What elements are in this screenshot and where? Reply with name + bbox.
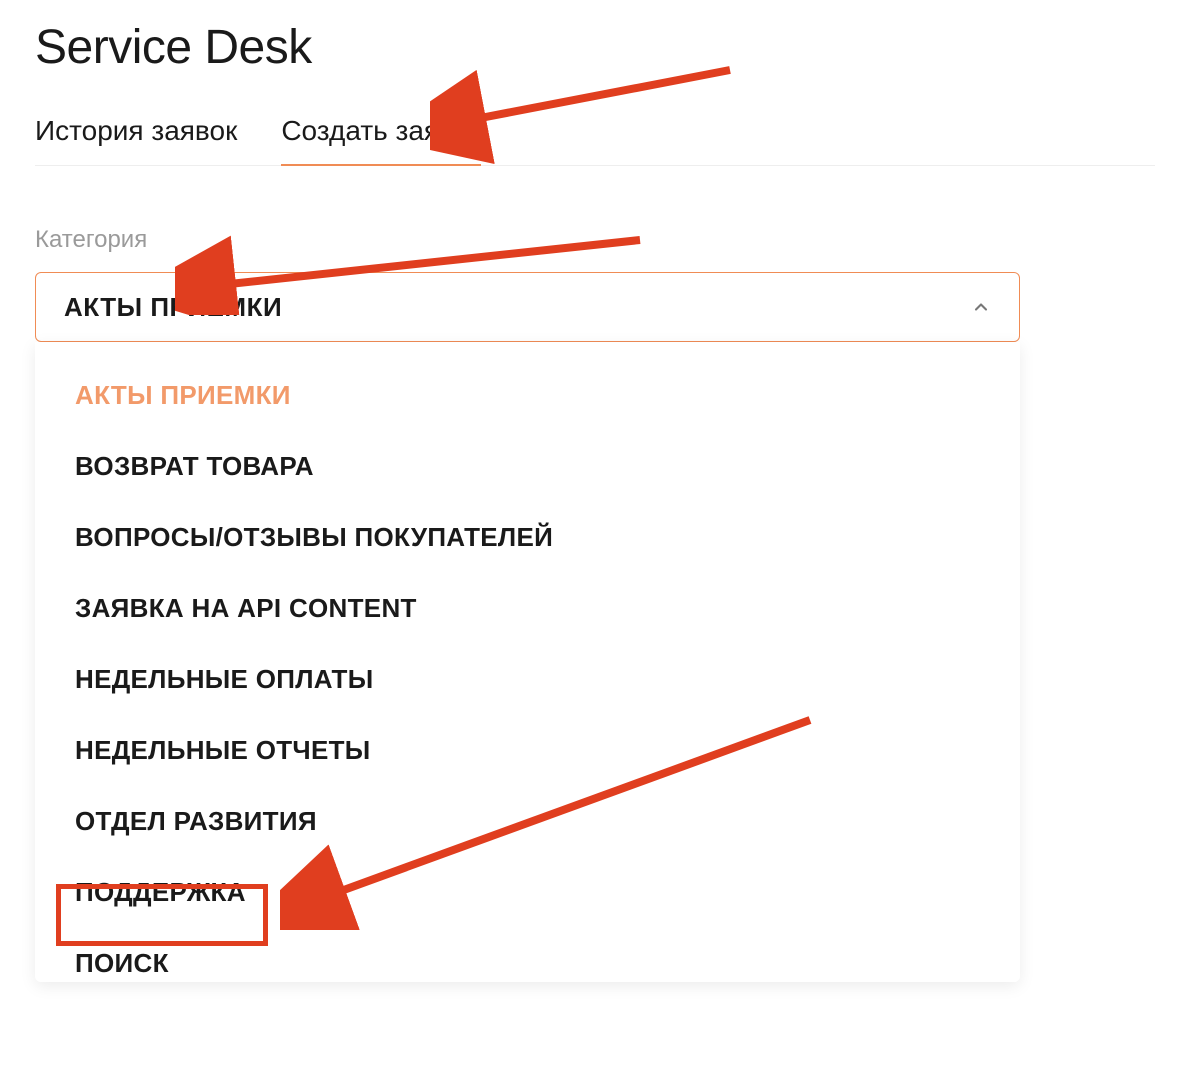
dropdown-option[interactable]: ПОИСК: [35, 928, 1020, 982]
category-label: Категория: [35, 226, 1155, 254]
tabs-container: История заявок Создать заявку: [35, 115, 1155, 166]
chevron-up-icon: [971, 297, 991, 317]
dropdown-option-highlighted[interactable]: ПОДДЕРЖКА: [35, 857, 1020, 928]
dropdown-option[interactable]: АКТЫ ПРИЕМКИ: [35, 360, 1020, 431]
dropdown-option[interactable]: ВОПРОСЫ/ОТЗЫВЫ ПОКУПАТЕЛЕЙ: [35, 502, 1020, 573]
category-selected-value: АКТЫ ПРИЕМКИ: [64, 292, 282, 323]
dropdown-option[interactable]: НЕДЕЛЬНЫЕ ОПЛАТЫ: [35, 644, 1020, 715]
tab-history[interactable]: История заявок: [35, 115, 237, 165]
dropdown-option[interactable]: ВОЗВРАТ ТОВАРА: [35, 431, 1020, 502]
page-title: Service Desk: [35, 20, 1155, 75]
dropdown-option[interactable]: ОТДЕЛ РАЗВИТИЯ: [35, 786, 1020, 857]
category-select[interactable]: АКТЫ ПРИЕМКИ: [35, 272, 1020, 342]
tab-create-request[interactable]: Создать заявку: [281, 115, 480, 165]
category-field: Категория АКТЫ ПРИЕМКИ АКТЫ ПРИЕМКИ ВОЗВ…: [35, 226, 1155, 982]
dropdown-option[interactable]: НЕДЕЛЬНЫЕ ОТЧЕТЫ: [35, 715, 1020, 786]
dropdown-option[interactable]: ЗАЯВКА НА API CONTENT: [35, 573, 1020, 644]
category-dropdown: АКТЫ ПРИЕМКИ ВОЗВРАТ ТОВАРА ВОПРОСЫ/ОТЗЫ…: [35, 342, 1020, 982]
